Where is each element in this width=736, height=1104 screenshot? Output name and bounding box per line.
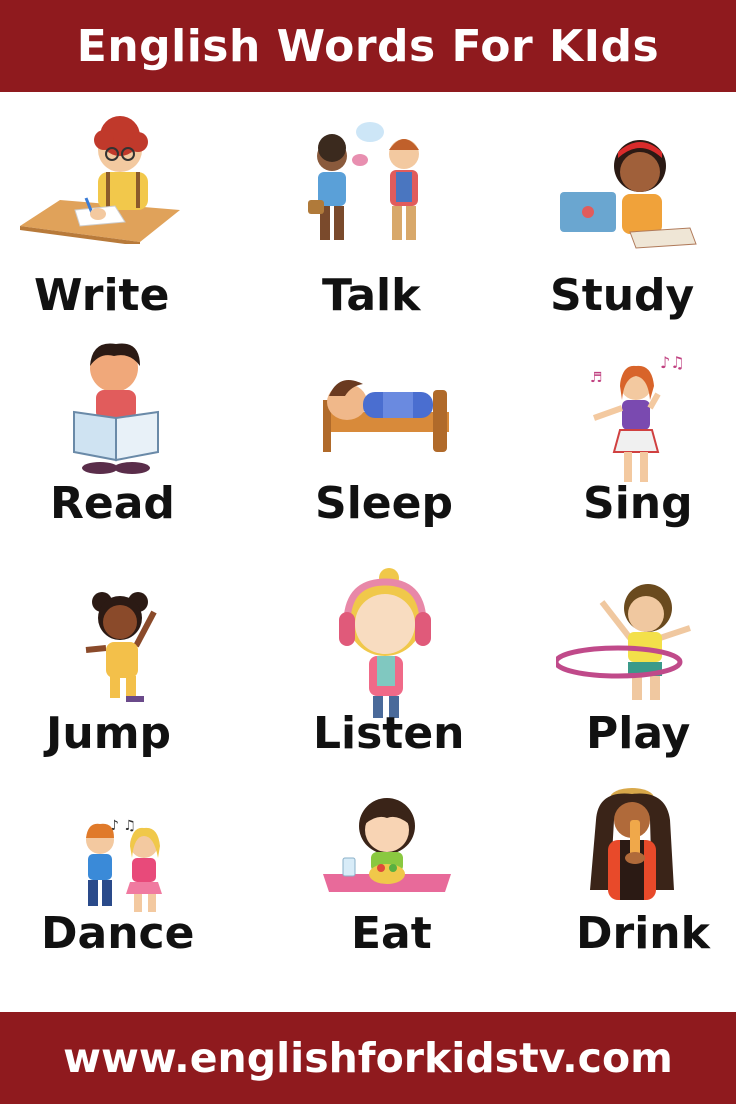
dancing-children-icon: ♪ ♫: [86, 818, 162, 912]
word-label-drink: Drink: [576, 908, 710, 959]
word-card-jump: Jump: [0, 560, 245, 780]
word-card-sleep: Sleep: [245, 330, 490, 550]
word-card-dance: ♪ ♫ Dance: [0, 780, 245, 1000]
singing-girl-icon: ♬ ♪♫: [590, 354, 685, 482]
reading-boy-icon: [73, 343, 159, 474]
footer-banner: www.englishforkidstv.com: [0, 1012, 736, 1104]
word-label-sing: Sing: [583, 478, 693, 529]
jumping-girl-icon: [85, 592, 157, 702]
word-label-write: Write: [34, 270, 170, 321]
word-label-jump: Jump: [46, 708, 172, 759]
writing-child-icon: [20, 116, 180, 244]
word-card-play: Play: [490, 560, 736, 780]
eating-girl-icon: [323, 798, 451, 892]
svg-text:♪ ♫: ♪ ♫: [110, 818, 136, 834]
word-card-sing: ♬ ♪♫ Sing: [490, 330, 736, 550]
website-link[interactable]: www.englishforkidstv.com: [63, 1034, 673, 1082]
svg-text:♬: ♬: [590, 370, 603, 386]
svg-text:♪♫: ♪♫: [660, 354, 685, 372]
word-card-write: Write: [0, 100, 245, 330]
talking-children-icon: [308, 122, 419, 240]
hula-hoop-child-icon: [556, 584, 691, 700]
word-label-study: Study: [550, 270, 695, 321]
studying-girl-laptop-icon: [560, 140, 697, 249]
headphones-girl-icon: [339, 568, 431, 718]
word-label-dance: Dance: [41, 908, 195, 959]
word-card-listen: Listen: [245, 560, 490, 780]
word-label-sleep: Sleep: [315, 478, 453, 529]
word-label-read: Read: [50, 478, 175, 529]
word-label-talk: Talk: [322, 270, 421, 321]
title-banner: English Words For KIds: [0, 0, 736, 92]
word-card-talk: Talk: [245, 100, 490, 330]
sleeping-child-icon: [323, 380, 449, 452]
word-label-listen: Listen: [313, 708, 465, 759]
word-card-read: Read: [0, 330, 245, 550]
word-label-eat: Eat: [351, 908, 432, 959]
drinking-girl-icon: [590, 788, 674, 900]
word-card-drink: Drink: [490, 780, 736, 1000]
word-label-play: Play: [586, 708, 691, 759]
word-card-study: Study: [490, 100, 736, 330]
word-card-eat: Eat: [245, 780, 490, 1000]
page-title: English Words For KIds: [76, 20, 660, 72]
